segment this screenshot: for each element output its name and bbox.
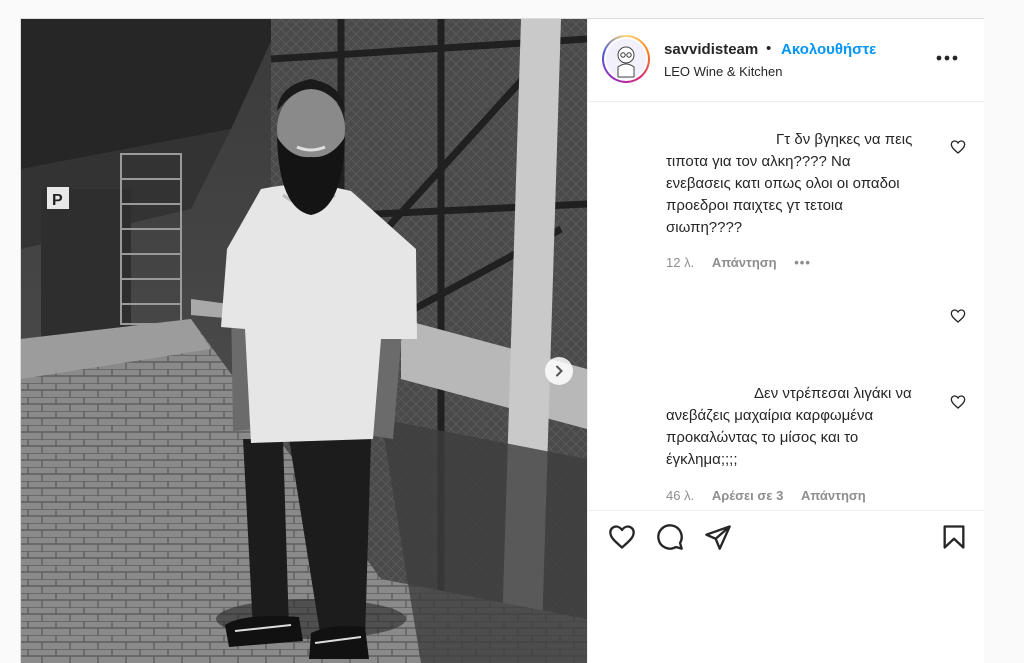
comment-line: έγκλημα;;;; — [666, 451, 738, 468]
comment-line: τιποτα για τον αλκη???? Να — [666, 153, 851, 170]
comment-line: ενεβασεις κατι οπως ολοι οι οπαδοι — [666, 175, 900, 192]
more-options-button[interactable] — [932, 49, 962, 67]
post-action-bar — [588, 510, 984, 567]
follow-button[interactable]: Ακολουθήστε — [781, 41, 876, 58]
comment-time: 12 λ. — [666, 255, 695, 270]
reply-button[interactable]: Απάντηση — [712, 255, 777, 270]
separator-dot: • — [766, 40, 772, 57]
location-link[interactable]: LEO Wine & Kitchen — [664, 64, 783, 79]
comment-heart-icon[interactable] — [950, 308, 966, 324]
username-link[interactable]: savvidisteam — [664, 41, 758, 58]
comment-meta: 12 λ. Απάντηση ••• — [666, 255, 825, 270]
more-horizontal-icon — [936, 55, 958, 61]
next-photo-button[interactable] — [545, 357, 573, 385]
comment-likes-link[interactable]: Αρέσει σε 3 — [712, 488, 784, 503]
comment-line: προκαλώντας το μίσος και το — [666, 429, 859, 446]
post-header: savvidisteam • Ακολουθήστε LEO Wine & Ki… — [588, 19, 984, 102]
comment-line: σιωπη???? — [666, 219, 743, 236]
comment-line: προεδροι παιχτες γτ τετοια — [666, 197, 843, 214]
comment-heart-icon[interactable] — [950, 139, 966, 155]
avatar[interactable] — [602, 35, 650, 83]
comment-icon[interactable] — [656, 523, 684, 551]
comment-time: 46 λ. — [666, 488, 695, 503]
bookmark-icon[interactable] — [940, 523, 968, 551]
comment-meta: 46 λ. Αρέσει σε 3 Απάντηση — [666, 488, 880, 503]
heart-icon[interactable] — [608, 523, 636, 551]
avatar-figure-icon — [617, 46, 635, 78]
chevron-right-icon — [556, 365, 563, 377]
reply-button[interactable]: Απάντηση — [801, 488, 866, 503]
comment-more-button[interactable]: ••• — [794, 255, 811, 270]
comment-text: Γτ δν βγηκες να πεις τιποτα για τον αλκη… — [666, 129, 938, 239]
comment-line: Γτ δν βγηκες να πεις — [776, 131, 913, 148]
comment-heart-icon[interactable] — [950, 394, 966, 410]
svg-text:P: P — [52, 192, 63, 209]
photo-black-and-white-man-by-scaffolding: P — [21, 19, 587, 663]
comment-line: Δεν ντρέπεσαι λιγάκι να — [754, 385, 912, 402]
comment-line: ανεβάζεις μαχαίρια καρφωμένα — [666, 407, 874, 424]
post-photo[interactable]: P — [21, 19, 587, 663]
paper-plane-icon[interactable] — [704, 523, 732, 551]
post-side-panel: savvidisteam • Ακολουθήστε LEO Wine & Ki… — [587, 19, 984, 663]
post-card: P savvidisteam • Ακολουθήστε LEO Wine & … — [20, 18, 984, 663]
comment-text: Δεν ντρέπεσαι λιγάκι να ανεβάζεις μαχαίρ… — [666, 383, 938, 471]
